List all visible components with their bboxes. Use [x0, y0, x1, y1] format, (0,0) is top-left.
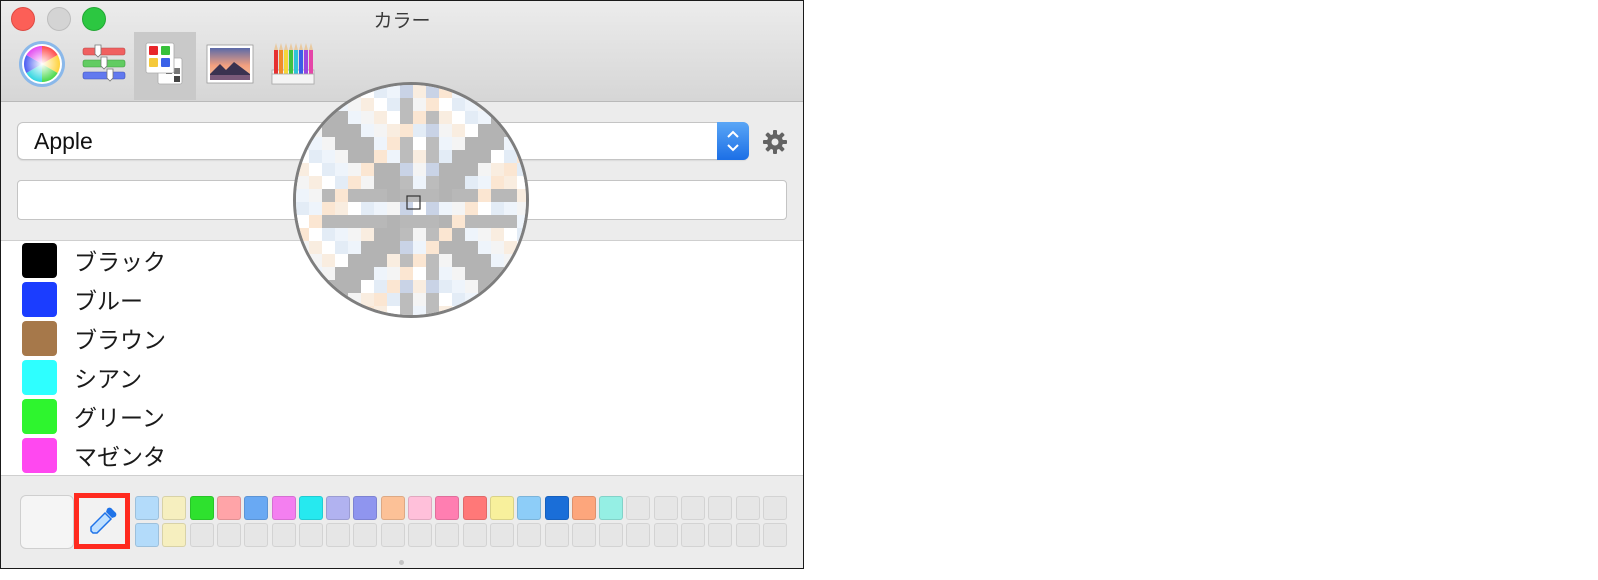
color-swatch-well[interactable] — [435, 496, 460, 520]
color-list-item[interactable]: シアン — [1, 358, 803, 397]
color-swatch-well[interactable] — [326, 496, 351, 520]
color-palettes-icon — [145, 42, 183, 85]
empty-swatch-well[interactable] — [735, 496, 760, 520]
color-name: ブラック — [74, 250, 166, 276]
color-name: グリーン — [74, 406, 165, 432]
color-swatch-well[interactable] — [135, 523, 159, 547]
palette-popup-value: Apple — [34, 128, 93, 154]
color-sliders-icon — [82, 44, 126, 82]
resize-handle[interactable] — [399, 560, 404, 565]
color-swatch-well[interactable] — [380, 496, 405, 520]
color-swatch-well[interactable] — [353, 496, 378, 520]
color-name: ブルー — [74, 289, 143, 315]
tab-color-sliders[interactable] — [71, 32, 133, 100]
color-swatch-well[interactable] — [216, 496, 241, 520]
color-swatch-well[interactable] — [408, 496, 432, 520]
color-name: ブラウン — [74, 328, 166, 354]
color-swatch-well[interactable] — [135, 496, 159, 520]
eyedropper-icon — [90, 507, 117, 534]
empty-swatch-well[interactable] — [708, 523, 733, 547]
color-list-item[interactable]: マゼンタ — [1, 436, 803, 475]
color-swatch-well[interactable] — [462, 496, 487, 520]
empty-swatch-well[interactable] — [626, 496, 651, 520]
tab-color-palettes[interactable] — [134, 32, 196, 100]
empty-swatch-well[interactable] — [435, 523, 460, 547]
color-swatch-well[interactable] — [162, 496, 187, 520]
color-swatch-well[interactable] — [271, 496, 296, 520]
color-name: マゼンタ — [74, 445, 166, 471]
gear-icon[interactable] — [761, 128, 789, 156]
tab-image-palettes[interactable] — [197, 32, 259, 100]
color-swatch — [22, 360, 57, 395]
empty-swatch-well[interactable] — [681, 496, 705, 520]
color-list-item[interactable]: グリーン — [1, 397, 803, 436]
empty-swatch-well[interactable] — [653, 523, 678, 547]
color-swatch — [22, 438, 57, 473]
empty-swatch-well[interactable] — [681, 523, 705, 547]
tab-color-wheel[interactable] — [9, 32, 71, 100]
color-swatch-well[interactable] — [189, 496, 214, 520]
colors-window: カラー Apple ブラック ブルー ブラウン シアン グリーン マゼンタ — [0, 0, 804, 569]
empty-swatch-well[interactable] — [216, 523, 241, 547]
current-color-well[interactable] — [20, 495, 74, 549]
empty-swatch-well[interactable] — [544, 523, 569, 547]
pencils-icon — [271, 43, 315, 85]
color-magnifier-loupe — [293, 82, 529, 318]
empty-swatch-well[interactable] — [708, 496, 733, 520]
empty-swatch-well[interactable] — [653, 496, 678, 520]
empty-swatch-well[interactable] — [380, 523, 405, 547]
color-swatch-well[interactable] — [244, 496, 269, 520]
empty-swatch-well[interactable] — [189, 523, 214, 547]
color-list-item[interactable]: ブラウン — [1, 319, 803, 358]
color-name: シアン — [74, 367, 143, 393]
color-swatch-well[interactable] — [298, 496, 323, 520]
color-swatch — [22, 321, 57, 356]
image-palettes-icon — [206, 44, 254, 84]
magnified-pixels — [296, 85, 526, 315]
empty-swatch-well[interactable] — [626, 523, 651, 547]
color-swatch-well[interactable] — [599, 496, 624, 520]
empty-swatch-well[interactable] — [408, 523, 432, 547]
empty-swatch-well[interactable] — [298, 523, 323, 547]
color-swatch-well[interactable] — [162, 523, 187, 547]
color-swatch — [22, 243, 57, 278]
swatch-bar — [1, 475, 803, 568]
empty-swatch-well[interactable] — [735, 523, 760, 547]
empty-swatch-well[interactable] — [762, 496, 787, 520]
color-swatch — [22, 282, 57, 317]
color-wheel-icon — [19, 41, 65, 87]
color-swatch-well[interactable] — [571, 496, 596, 520]
window-title: カラー — [373, 10, 431, 32]
empty-swatch-well[interactable] — [353, 523, 378, 547]
empty-swatch-well[interactable] — [244, 523, 269, 547]
empty-swatch-well[interactable] — [517, 523, 542, 547]
empty-swatch-well[interactable] — [326, 523, 351, 547]
color-swatch-well[interactable] — [489, 496, 514, 520]
color-swatch-well[interactable] — [544, 496, 569, 520]
empty-swatch-well[interactable] — [762, 523, 787, 547]
empty-swatch-well[interactable] — [599, 523, 624, 547]
chevron-up-down-icon — [727, 130, 739, 152]
eyedropper-button[interactable] — [74, 493, 130, 549]
empty-swatch-well[interactable] — [489, 523, 514, 547]
empty-swatch-well[interactable] — [462, 523, 487, 547]
empty-swatch-well[interactable] — [271, 523, 296, 547]
color-swatch-well[interactable] — [517, 496, 542, 520]
empty-swatch-well[interactable] — [571, 523, 596, 547]
color-swatch — [22, 399, 57, 434]
popup-stepper[interactable] — [717, 122, 749, 160]
